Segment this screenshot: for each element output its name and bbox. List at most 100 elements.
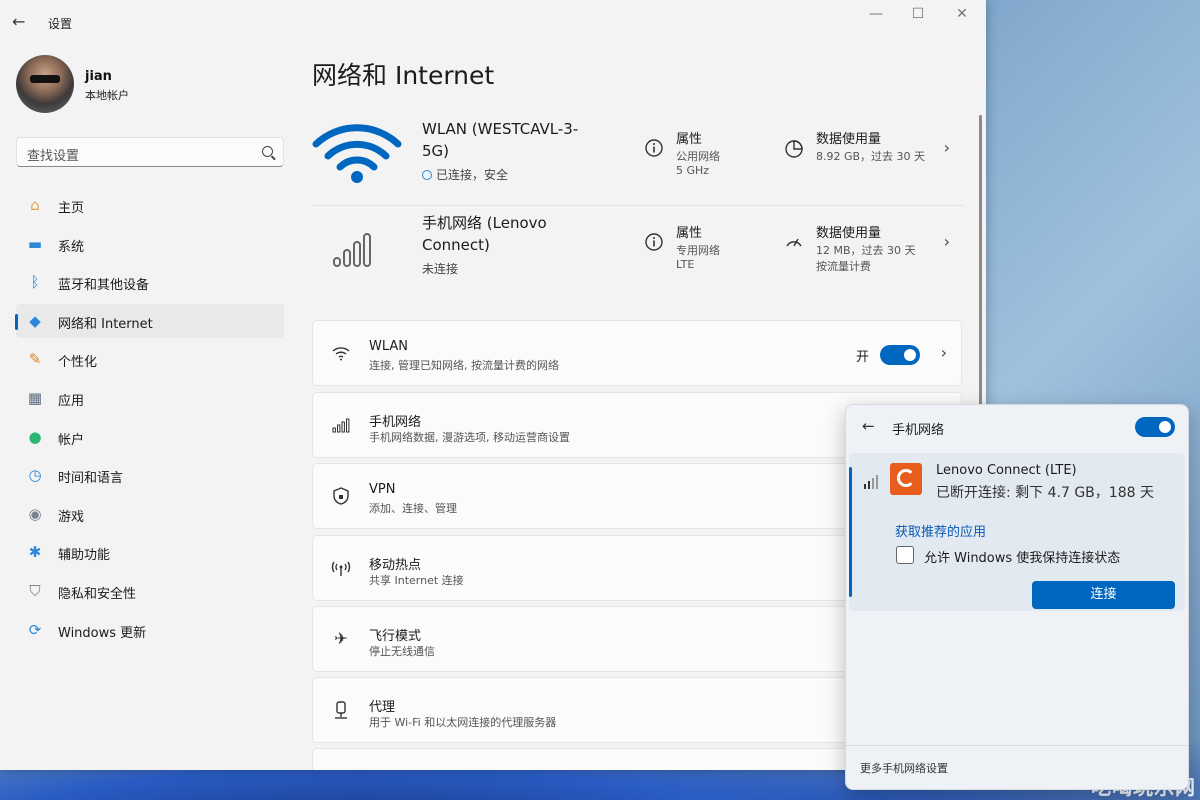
sidebar-item-10[interactable]: ⛉ 隐私和安全性 [16, 574, 284, 608]
info-icon [645, 139, 663, 157]
app-title: 设置 [48, 17, 73, 31]
sidebar-item-0[interactable]: ⌂ 主页 [16, 188, 284, 222]
data-usage-title: 数据使用量 [816, 132, 882, 147]
lenovo-connect-logo [890, 463, 922, 495]
update-icon: ⟳ [28, 620, 42, 639]
cellular-signal-icon [333, 233, 371, 267]
card-subtitle: 连接, 管理已知网络, 按流量计费的网络 [369, 359, 559, 372]
card-title: 移动热点 [369, 558, 422, 573]
info-icon [645, 233, 663, 251]
shield-icon: ⛉ [29, 581, 41, 600]
gamepad-icon: ◉ [28, 504, 42, 523]
sidebar-item-label: 个性化 [58, 355, 98, 371]
account-icon: ● [28, 427, 42, 446]
sidebar-item-label: 帐户 [58, 432, 85, 448]
cellular-signal-icon [864, 475, 878, 489]
card-subtitle: 共享 Internet 连接 [369, 574, 464, 587]
back-button[interactable]: ← [12, 12, 32, 32]
properties-line: 专用网络 [676, 244, 720, 257]
flyout-network-status: 已断开连接: 剩下 4.7 GB，188 天 [936, 485, 1154, 501]
cellular-status: 未连接 [422, 262, 459, 276]
sidebar-item-label: 时间和语言 [58, 471, 124, 487]
sidebar-item-5[interactable]: ▦ 应用 [16, 381, 284, 415]
card-subtitle: 手机网络数据, 漫游选项, 移动运营商设置 [369, 431, 570, 444]
wlan-toggle-label: 开 [856, 350, 870, 365]
properties-title: 属性 [676, 226, 703, 241]
data-usage-line: 12 MB，过去 30 天 [816, 244, 916, 257]
sidebar-nav: ⌂ 主页 ▬ 系统 ᛒ 蓝牙和其他设备 ◆ 网络和 Internet ✎ 个性化 ▦ 应用 ● 帐户 ◷ 时间… [15, 188, 284, 651]
flyout-network-name: Lenovo Connect (LTE) [936, 463, 1077, 478]
properties-line: 5 GHz [676, 164, 710, 177]
sidebar-item-11[interactable]: ⟳ Windows 更新 [16, 613, 284, 647]
sidebar-item-8[interactable]: ◉ 游戏 [16, 497, 284, 531]
home-icon: ⌂ [30, 196, 40, 214]
wlan-toggle[interactable] [880, 345, 920, 365]
user-name: jian [85, 69, 112, 84]
sidebar-item-label: 网络和 Internet [58, 316, 153, 332]
wifi-icon [331, 343, 351, 363]
pie-chart-icon [785, 140, 803, 158]
wlan-status-text: 已连接，安全 [436, 168, 509, 182]
wifi-icon [312, 124, 402, 183]
bluetooth-icon: ᛒ [30, 273, 40, 292]
card-title: WLAN [369, 339, 409, 354]
card-title: 代理 [369, 700, 396, 715]
system-icon: ▬ [27, 234, 43, 253]
cellular-signal-icon [331, 415, 351, 435]
sidebar-item-label: 主页 [58, 201, 85, 216]
sidebar-item-label: Windows 更新 [58, 625, 147, 641]
wlan-hero: WLAN (WESTCAVL-3-5G) 已连接，安全 属性 公用网络 5 GH… [312, 112, 964, 202]
card-title: 飞行模式 [369, 629, 422, 644]
sidebar-item-6[interactable]: ● 帐户 [16, 420, 284, 454]
search-icon[interactable] [262, 146, 273, 157]
sidebar-item-label: 隐私和安全性 [58, 586, 137, 602]
properties-line: LTE [676, 258, 695, 271]
connect-button[interactable]: 连接 [1032, 581, 1175, 609]
more-cellular-settings-link[interactable]: 更多手机网络设置 [860, 760, 948, 776]
avatar[interactable] [16, 55, 74, 113]
cellular-network-item[interactable]: Lenovo Connect (LTE) 已断开连接: 剩下 4.7 GB，18… [849, 453, 1185, 611]
sidebar-item-label: 系统 [58, 239, 85, 255]
card-wlan[interactable]: WLAN 连接, 管理已知网络, 按流量计费的网络 开 › [312, 320, 962, 386]
keep-connected-label: 允许 Windows 使我保持连接状态 [924, 551, 1121, 566]
get-recommended-apps-link[interactable]: 获取推荐的应用 [895, 521, 986, 540]
gauge-icon [786, 238, 802, 247]
wifi-icon: ◆ [29, 311, 41, 330]
sidebar-item-7[interactable]: ◷ 时间和语言 [16, 458, 284, 492]
flyout-back-button[interactable]: ← [862, 417, 875, 435]
cellular-hero: 手机网络 (Lenovo Connect) 未连接 属性 专用网络 LTE 数据… [312, 205, 964, 295]
search-input[interactable]: 查找设置 [16, 137, 284, 167]
card-subtitle: 用于 Wi-Fi 和以太网连接的代理服务器 [369, 716, 557, 729]
page-title: 网络和 Internet [312, 61, 495, 90]
sidebar-item-label: 蓝牙和其他设备 [58, 278, 150, 294]
proxy-icon [331, 700, 351, 720]
card-title: 手机网络 [369, 415, 422, 430]
sidebar-item-label: 应用 [58, 393, 85, 409]
accessibility-icon: ✱ [28, 543, 42, 562]
chevron-right-icon[interactable]: › [941, 343, 947, 362]
cellular-toggle[interactable] [1135, 417, 1175, 437]
wlan-network-name: WLAN (WESTCAVL-3-5G) [422, 120, 579, 160]
cellular-flyout: ← 手机网络 Lenovo Connect (LTE) 已断开连接: 剩下 4.… [845, 404, 1189, 790]
title-bar: ← 设置 — ☐ ✕ [0, 0, 986, 44]
sidebar-item-label: 游戏 [58, 509, 85, 525]
brush-icon: ✎ [28, 350, 42, 369]
cellular-network-name: 手机网络 (Lenovo Connect) [422, 214, 547, 254]
airplane-icon: ✈ [334, 629, 348, 648]
keep-connected-checkbox[interactable] [896, 546, 914, 564]
sidebar-item-3[interactable]: ◆ 网络和 Internet [15, 303, 284, 338]
sidebar-item-1[interactable]: ▬ 系统 [16, 227, 284, 261]
data-usage-line: 8.92 GB，过去 30 天 [816, 150, 926, 163]
maximize-button[interactable]: ☐ [900, 6, 936, 24]
sidebar-item-9[interactable]: ✱ 辅助功能 [16, 535, 284, 569]
properties-title: 属性 [676, 132, 703, 147]
minimize-button[interactable]: — [858, 6, 894, 24]
sidebar-item-4[interactable]: ✎ 个性化 [16, 342, 284, 376]
clock-globe-icon: ◷ [28, 466, 42, 485]
sidebar-item-2[interactable]: ᛒ 蓝牙和其他设备 [16, 265, 284, 299]
chevron-right-icon[interactable]: › [944, 232, 950, 251]
hotspot-icon [331, 558, 351, 578]
chevron-right-icon[interactable]: › [944, 138, 950, 157]
close-button[interactable]: ✕ [944, 6, 980, 24]
divider [846, 745, 1188, 746]
